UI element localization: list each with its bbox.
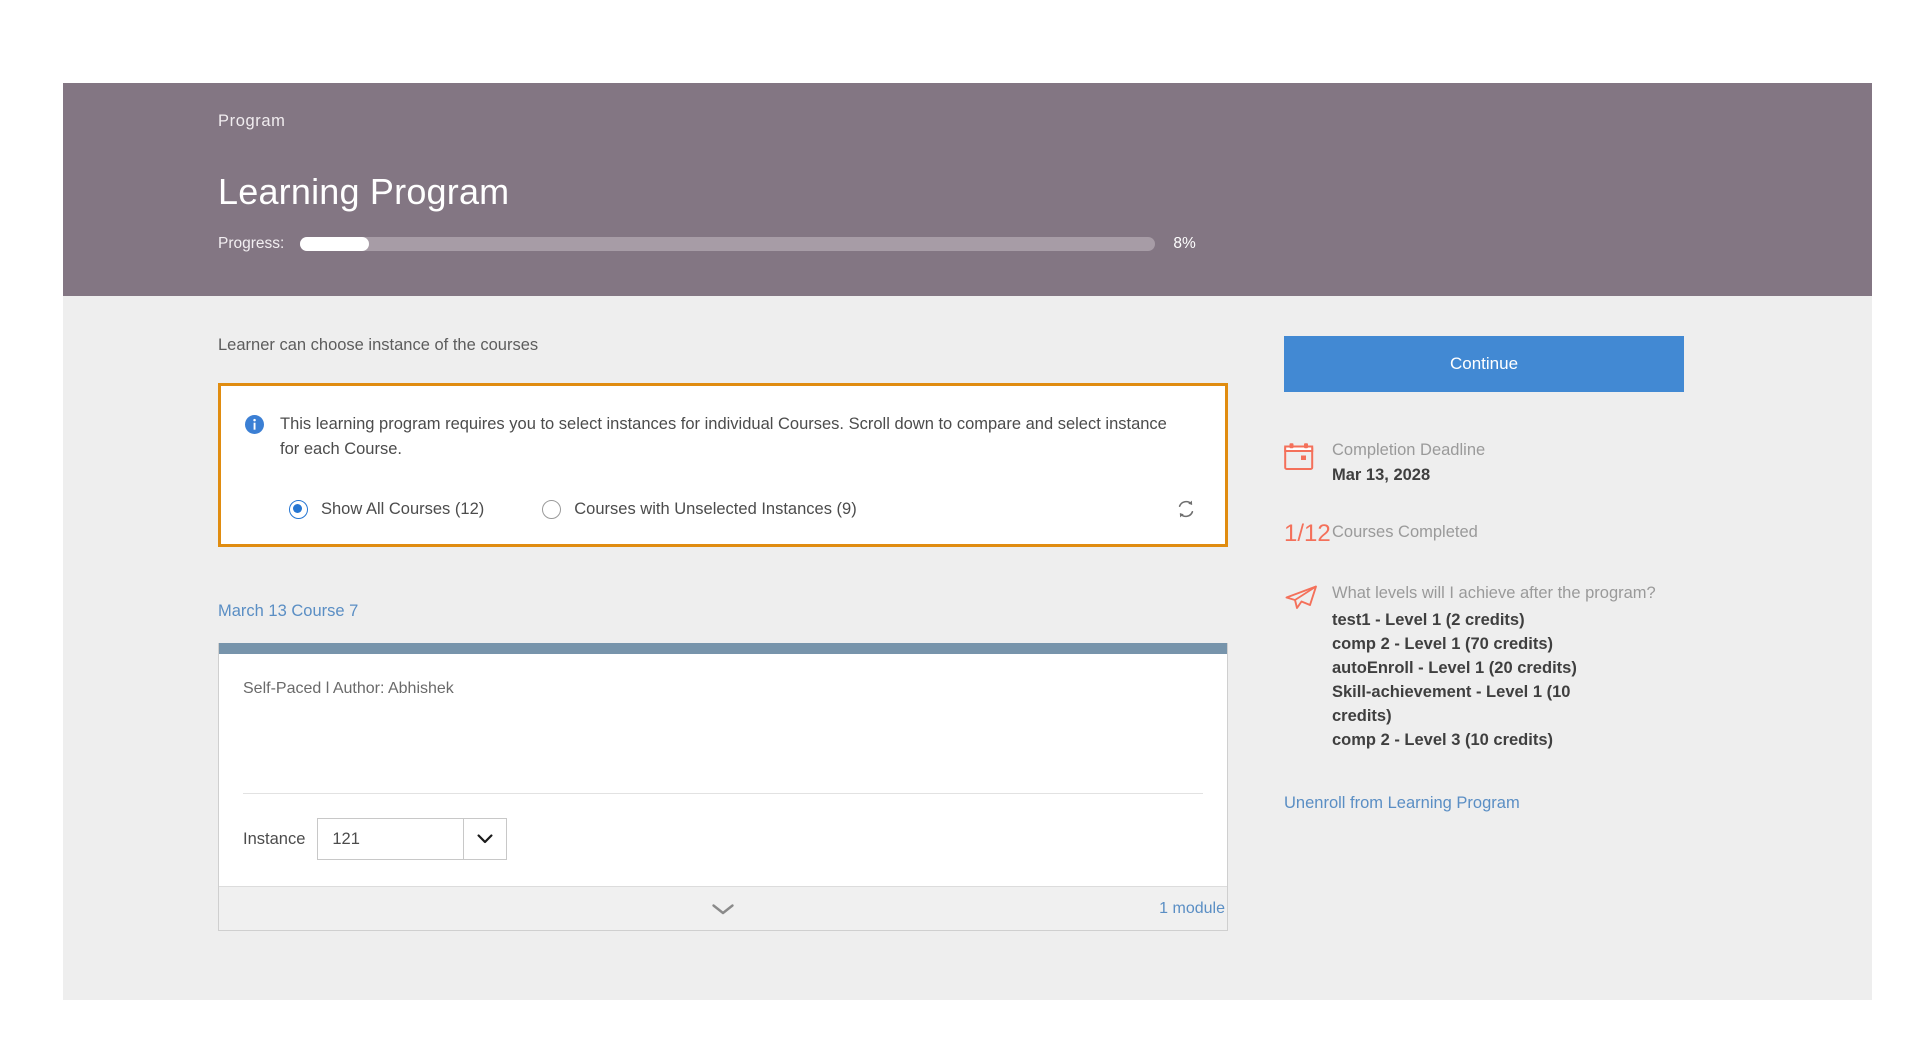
expand-course-chevron-down-icon[interactable] [219,903,1227,915]
course-card-footer: 1 module [219,886,1227,931]
courses-completed-caption: Courses Completed [1332,522,1478,541]
completion-deadline-caption: Completion Deadline [1332,441,1486,459]
levels-achieved-item: What levels will I achieve after the pro… [1284,582,1744,752]
course-card-body: Self-Paced l Author: Abhishek [219,654,1227,795]
level-item: comp 2 - Level 1 (70 credits) [1332,634,1554,653]
refresh-icon[interactable] [1175,498,1197,520]
info-message-row: This learning program requires you to se… [245,412,1197,462]
radio-unselected-instances-dot [542,499,562,519]
completion-deadline-value: Mar 13, 2028 [1332,465,1431,484]
progress-bar-fill [300,236,369,251]
continue-button[interactable]: Continue [1284,336,1684,392]
progress-label: Progress: [218,234,285,252]
course-meta: Self-Paced l Author: Abhishek [243,680,454,698]
courses-completed-count: 1/12 [1284,519,1331,547]
instance-label: Instance [243,829,306,848]
radio-unselected-instances-label: Courses with Unselected Instances (9) [574,499,857,518]
main-column: Learner can choose instance of the cours… [218,336,1228,932]
instance-select[interactable]: 121 [317,818,508,861]
completion-deadline-item: Completion Deadline Mar 13, 2028 [1284,439,1744,485]
course-card: Self-Paced l Author: Abhishek Instance 1… [218,643,1228,932]
radio-unselected-instances[interactable]: Courses with Unselected Instances (9) [542,499,857,519]
lead-text: Learner can choose instance of the cours… [218,336,539,354]
courses-completed-item: 1/12 Courses Completed [1284,521,1744,546]
header-content: Program Learning Program Progress: 8% [218,83,1268,253]
completion-deadline-text: Completion Deadline Mar 13, 2028 [1332,439,1744,485]
course-filter-row: Show All Courses (12) Courses with Unsel… [245,498,1197,520]
calendar-icon [1284,439,1332,485]
courses-completed-text: Courses Completed [1332,521,1744,546]
info-message: This learning program requires you to se… [280,415,1167,459]
unenroll-link[interactable]: Unenroll from Learning Program [1284,794,1520,813]
level-item: Skill-achievement - Level 1 (10 credits) [1332,683,1571,726]
program-sidebar: Continue Completion Deadline Mar 13, 202… [1284,336,1744,813]
radio-show-all-courses-dot [289,499,308,519]
course-section: March 13 Course 7 Self-Paced l Author: A… [218,602,1228,932]
info-icon [245,415,264,434]
level-item: autoEnroll - Level 1 (20 credits) [1332,659,1577,677]
level-item: comp 2 - Level 3 (10 credits) [1332,731,1554,750]
course-instance-row: Instance 121 [219,794,1227,886]
radio-show-all-courses[interactable]: Show All Courses (12) [289,499,485,519]
level-item: test1 - Level 1 (2 credits) [1332,610,1525,629]
chevron-down-icon [463,819,506,860]
instance-selection-info-box: This learning program requires you to se… [218,383,1228,548]
breadcrumb: Program [218,112,286,130]
instance-select-value: 121 [332,829,360,848]
progress-percent: 8% [1173,234,1196,252]
course-card-topbar [219,643,1227,655]
program-page: Program Learning Program Progress: 8% Le… [63,83,1872,1000]
program-header: Program Learning Program Progress: 8% [63,83,1872,296]
page-title: Learning Program [218,171,510,212]
progress-row: Progress: 8% [218,235,1268,253]
progress-bar [300,236,1156,251]
course-card-divider [243,793,1203,795]
radio-show-all-courses-label: Show All Courses (12) [321,499,485,518]
levels-achieved-text: What levels will I achieve after the pro… [1332,582,1744,752]
levels-question: What levels will I achieve after the pro… [1332,583,1656,602]
paper-plane-icon [1284,582,1332,752]
levels-list: test1 - Level 1 (2 credits) comp 2 - Leve… [1332,608,1744,752]
course-title-link[interactable]: March 13 Course 7 [218,602,1228,621]
